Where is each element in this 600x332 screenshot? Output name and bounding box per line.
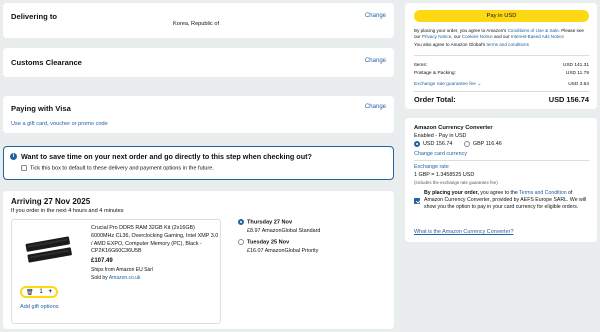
conditions-link[interactable]: Conditions of Use & Sale xyxy=(508,28,559,33)
total-divider xyxy=(414,91,589,92)
info-icon: i xyxy=(10,153,17,160)
save-time-banner: i Want to save time on your next order a… xyxy=(3,146,394,180)
priority-radio[interactable] xyxy=(238,239,244,245)
banner-checkbox-row[interactable]: Tick this box to default to these delive… xyxy=(21,165,214,171)
standard-radio[interactable] xyxy=(238,219,244,225)
product-item: Crucial Pro DDR5 RAM 32GB Kit (2x16GB) 6… xyxy=(11,219,221,324)
rate-note: (includes the exchange rate guarantee fe… xyxy=(414,180,498,185)
payment-card: Paying with Visa Use a gift card, vouche… xyxy=(3,96,394,133)
interest-ads-link[interactable]: Interest-Based Ads Notice xyxy=(511,34,564,39)
banner-checkbox-label: Tick this box to default to these delive… xyxy=(30,165,214,172)
legal-text-1: By placing your order, you agree to Amaz… xyxy=(414,28,584,39)
add-gift-options-link[interactable]: Add gift options xyxy=(20,304,59,310)
seller-link[interactable]: Amazon.co.uk xyxy=(109,275,141,281)
standard-date: Thursday 27 Nov xyxy=(247,219,293,226)
customs-title: Customs Clearance xyxy=(11,58,82,67)
postage-row: Postage & Packing: USD 11.79 xyxy=(414,71,589,76)
priority-price: £16.07 AmazonGlobal Priority xyxy=(247,247,319,254)
legal-text-2: You also agree to Amazon Global's terms … xyxy=(414,42,529,47)
arrival-subtitle: If you order in the next 4 hours and 4 m… xyxy=(11,208,124,214)
fee-link[interactable]: Exchange rate guarantee fee xyxy=(414,82,476,87)
default-options-checkbox[interactable] xyxy=(21,165,27,171)
product-image[interactable] xyxy=(24,234,74,268)
ships-from: Ships from Amazon EU Sàrl xyxy=(91,267,153,273)
gbp-radio[interactable] xyxy=(463,141,470,147)
converter-status: Enabled - Pay in USD xyxy=(414,133,467,139)
order-summary-card: Pay in USD By placing your order, you ag… xyxy=(405,3,597,109)
currency-options: USD 156.74 GBP 116.46 xyxy=(414,141,502,147)
sold-by: Sold by Amazon.co.uk xyxy=(91,275,141,281)
change-card-currency-link[interactable]: Change card currency xyxy=(414,151,467,157)
banner-title: Want to save time on your next order and… xyxy=(21,152,312,161)
converter-divider xyxy=(414,160,589,161)
payment-change-link[interactable]: Change xyxy=(365,104,386,110)
fee-row: Exchange rate guarantee fee ⌄ USD 3.64 xyxy=(414,82,589,87)
customs-change-link[interactable]: Change xyxy=(365,58,386,64)
plus-icon[interactable]: + xyxy=(48,289,52,295)
order-total-row: Order Total: USD 156.74 xyxy=(414,95,589,104)
arrival-title: Arriving 27 Nov 2025 xyxy=(11,197,91,206)
chevron-down-icon[interactable]: ⌄ xyxy=(477,82,481,87)
quantity-value: 1 xyxy=(39,289,43,295)
customs-card: Customs Clearance Change xyxy=(3,48,394,77)
rate-label: Exchange rate xyxy=(414,164,449,170)
quantity-stepper[interactable]: 🗑 1 + xyxy=(20,286,58,298)
payment-title: Paying with Visa xyxy=(11,104,71,113)
usd-option[interactable]: USD 156.74 xyxy=(414,141,452,147)
cookies-link[interactable]: Cookies Notice xyxy=(462,34,493,39)
converter-agree-text: By placing your order, you agree to the … xyxy=(424,190,587,211)
product-name[interactable]: Crucial Pro DDR5 RAM 32GB Kit (2x16GB) 6… xyxy=(91,225,219,256)
shipping-option-standard[interactable]: Thursday 27 Nov £8.97 AmazonGlobal Stand… xyxy=(238,219,320,234)
priority-date: Tuesday 25 Nov xyxy=(247,239,290,246)
product-price: £107.49 xyxy=(91,258,113,264)
currency-converter-card: Amazon Currency Converter Enabled - Pay … xyxy=(405,118,597,242)
shipping-option-priority[interactable]: Tuesday 25 Nov £16.07 AmazonGlobal Prior… xyxy=(238,239,318,254)
delivering-address: Korea, Republic of xyxy=(173,21,220,27)
summary-divider xyxy=(414,55,589,56)
converter-title: Amazon Currency Converter xyxy=(414,125,493,131)
trash-icon[interactable]: 🗑 xyxy=(26,289,34,296)
items-row: Items: USD 141.31 xyxy=(414,63,589,68)
standard-price: £8.97 AmazonGlobal Standard xyxy=(247,227,321,234)
converter-terms-link[interactable]: Terms and Condition xyxy=(519,190,567,196)
privacy-link[interactable]: Privacy Notice xyxy=(422,34,451,39)
converter-agree-checkbox[interactable] xyxy=(414,198,420,204)
what-is-converter-link[interactable]: What is the Amazon Currency Converter? xyxy=(414,229,513,235)
arrival-card: Arriving 27 Nov 2025 If you order in the… xyxy=(3,191,394,329)
delivering-title: Delivering to xyxy=(11,12,57,21)
delivering-card: Delivering to Korea, Republic of Change xyxy=(3,3,394,38)
gift-card-link[interactable]: Use a gift card, voucher or promo code xyxy=(11,121,108,127)
usd-radio[interactable] xyxy=(414,141,420,147)
gbp-option[interactable]: GBP 116.46 xyxy=(463,141,502,147)
delivering-change-link[interactable]: Change xyxy=(365,13,386,19)
converter-agree-row: By placing your order, you agree to the … xyxy=(414,190,592,212)
rate-value: 1 GBP = 1.3458525 USD xyxy=(414,172,475,178)
global-terms-link[interactable]: terms and conditions xyxy=(486,42,528,47)
pay-in-usd-button[interactable]: Pay in USD xyxy=(414,10,589,22)
